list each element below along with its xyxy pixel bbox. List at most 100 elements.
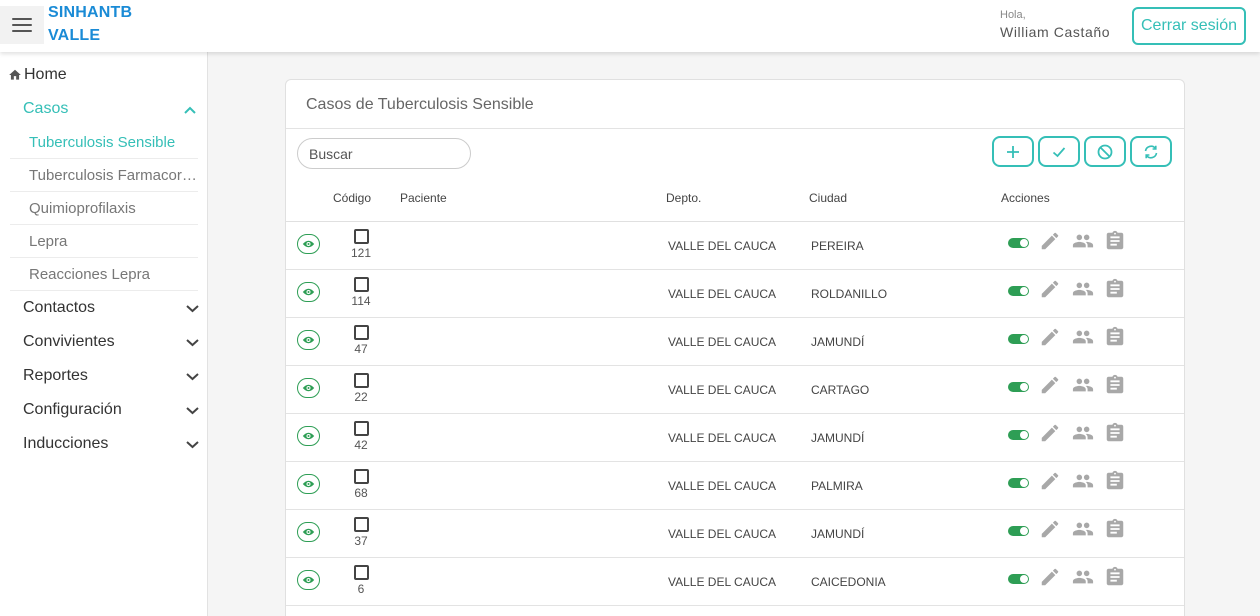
sidebar-item-casos[interactable]: Casos: [23, 100, 68, 118]
report-button[interactable]: [1104, 518, 1126, 540]
sidebar-item-configuracion[interactable]: Configuración: [23, 395, 199, 425]
report-button[interactable]: [1104, 326, 1126, 348]
contacts-icon: [1072, 234, 1094, 248]
row-checkbox[interactable]: [354, 229, 369, 244]
view-button[interactable]: [297, 474, 320, 494]
column-header-depto[interactable]: Depto.: [666, 191, 701, 205]
eye-icon: [302, 240, 315, 248]
search-input[interactable]: [297, 138, 471, 169]
contacts-button[interactable]: [1072, 470, 1094, 492]
status-toggle[interactable]: [1008, 382, 1029, 392]
sidebar-item-reacciones-lepra[interactable]: Reacciones Lepra: [10, 258, 198, 291]
view-button[interactable]: [297, 234, 320, 254]
view-button[interactable]: [297, 570, 320, 590]
contacts-button[interactable]: [1072, 230, 1094, 252]
report-button[interactable]: [1104, 470, 1126, 492]
sidebar-item-tuberculosis-sensible[interactable]: Tuberculosis Sensible: [10, 126, 198, 159]
view-button[interactable]: [297, 378, 320, 398]
contacts-button[interactable]: [1072, 566, 1094, 588]
menu-icon[interactable]: [0, 6, 44, 44]
table-row: 42 VALLE DEL CAUCA JAMUNDÍ: [286, 414, 1184, 462]
sidebar-item-contactos[interactable]: Contactos: [23, 293, 199, 323]
view-button[interactable]: [297, 330, 320, 350]
sidebar-item-convivientes[interactable]: Convivientes: [23, 327, 199, 357]
chevron-down-icon: [186, 339, 199, 347]
sidebar-item-label: Inducciones: [23, 435, 109, 452]
contacts-button[interactable]: [1072, 278, 1094, 300]
edit-button[interactable]: [1039, 518, 1061, 540]
status-toggle[interactable]: [1008, 574, 1029, 584]
status-toggle[interactable]: [1008, 526, 1029, 536]
case-code: 37: [354, 534, 368, 548]
row-checkbox[interactable]: [354, 277, 369, 292]
clipboard-icon: [1106, 374, 1124, 394]
sidebar-item-label: Home: [24, 66, 67, 83]
status-toggle[interactable]: [1008, 478, 1029, 488]
edit-button[interactable]: [1039, 422, 1061, 444]
chevron-down-icon: [186, 441, 199, 449]
edit-button[interactable]: [1039, 470, 1061, 492]
depto-cell: VALLE DEL CAUCA: [668, 383, 777, 397]
sidebar-item-label: Reportes: [23, 367, 88, 384]
row-checkbox[interactable]: [354, 421, 369, 436]
chevron-up-icon[interactable]: [183, 105, 197, 115]
clipboard-icon: [1106, 422, 1124, 442]
column-header-ciudad[interactable]: Ciudad: [809, 191, 847, 205]
row-checkbox[interactable]: [354, 373, 369, 388]
column-header-acciones: Acciones: [1001, 191, 1050, 205]
column-header-codigo[interactable]: Código: [333, 191, 371, 205]
sidebar-item-tuberculosis-farmacorresistente[interactable]: Tuberculosis Farmacorresistente: [10, 159, 198, 192]
edit-button[interactable]: [1039, 326, 1061, 348]
block-button[interactable]: [1084, 136, 1126, 167]
status-toggle[interactable]: [1008, 334, 1029, 344]
ciudad-cell: CAICEDONIA: [811, 575, 886, 589]
report-button[interactable]: [1104, 422, 1126, 444]
sync-button[interactable]: [1130, 136, 1172, 167]
row-checkbox[interactable]: [354, 469, 369, 484]
contacts-button[interactable]: [1072, 374, 1094, 396]
contacts-icon: [1072, 282, 1094, 296]
status-toggle[interactable]: [1008, 430, 1029, 440]
report-button[interactable]: [1104, 230, 1126, 252]
clipboard-icon: [1106, 518, 1124, 538]
add-case-button[interactable]: [992, 136, 1034, 167]
case-code: 6: [357, 582, 365, 596]
approve-button[interactable]: [1038, 136, 1080, 167]
edit-button[interactable]: [1039, 566, 1061, 588]
report-button[interactable]: [1104, 566, 1126, 588]
case-code: 68: [354, 486, 368, 500]
edit-button[interactable]: [1039, 230, 1061, 252]
contacts-button[interactable]: [1072, 422, 1094, 444]
brand-logo[interactable]: SINHANTB VALLE: [48, 1, 132, 47]
report-button[interactable]: [1104, 374, 1126, 396]
table-row: 114 VALLE DEL CAUCA ROLDANILLO: [286, 270, 1184, 318]
row-checkbox[interactable]: [354, 565, 369, 580]
sync-icon: [1144, 144, 1158, 159]
eye-icon: [302, 288, 315, 296]
contacts-button[interactable]: [1072, 518, 1094, 540]
view-button[interactable]: [297, 522, 320, 542]
depto-cell: VALLE DEL CAUCA: [668, 527, 777, 541]
sidebar-item-quimioprofilaxis[interactable]: Quimioprofilaxis: [10, 192, 198, 225]
status-toggle[interactable]: [1008, 238, 1029, 248]
sidebar-item-inducciones[interactable]: Inducciones: [23, 429, 199, 459]
status-toggle[interactable]: [1008, 286, 1029, 296]
edit-button[interactable]: [1039, 278, 1061, 300]
view-button[interactable]: [297, 426, 320, 446]
edit-icon: [1041, 328, 1059, 346]
row-checkbox[interactable]: [354, 517, 369, 532]
column-header-paciente[interactable]: Paciente: [400, 191, 447, 205]
ciudad-cell: ROLDANILLO: [811, 287, 888, 301]
edit-button[interactable]: [1039, 374, 1061, 396]
edit-icon: [1041, 568, 1059, 586]
sidebar-item-reportes[interactable]: Reportes: [23, 361, 199, 391]
view-button[interactable]: [297, 282, 320, 302]
depto-cell: VALLE DEL CAUCA: [668, 575, 777, 589]
row-checkbox[interactable]: [354, 325, 369, 340]
sidebar-item-lepra[interactable]: Lepra: [10, 225, 198, 258]
contacts-button[interactable]: [1072, 326, 1094, 348]
report-button[interactable]: [1104, 278, 1126, 300]
sidebar-item-home[interactable]: Home: [8, 66, 67, 84]
depto-cell: VALLE DEL CAUCA: [668, 431, 777, 445]
logout-button[interactable]: Cerrar sesión: [1132, 7, 1246, 45]
